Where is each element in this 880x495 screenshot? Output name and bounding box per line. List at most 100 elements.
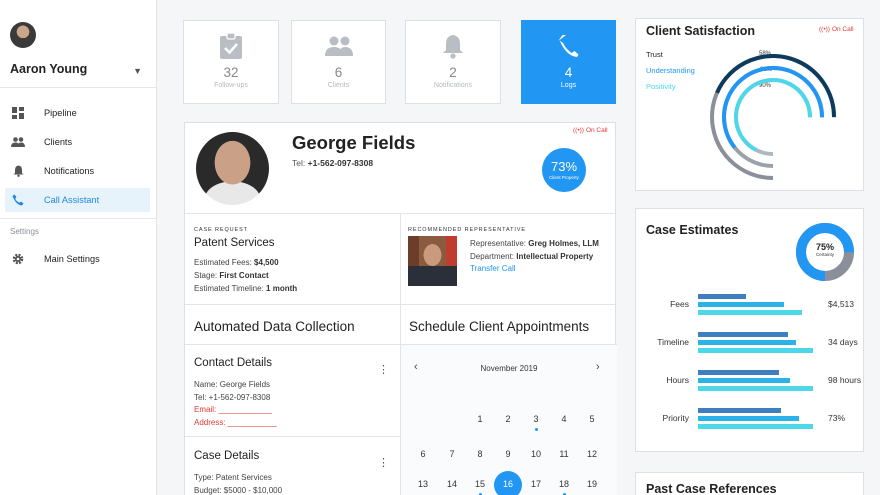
estimate-value: $4,513 xyxy=(828,299,854,309)
tile-label: Follow-ups xyxy=(214,82,248,89)
on-call-label: On Call xyxy=(831,26,854,33)
case-estimates-title: Case Estimates xyxy=(646,223,739,237)
people-icon xyxy=(324,33,353,59)
calendar-day[interactable]: 17 xyxy=(522,479,550,489)
estimate-label: Timeline xyxy=(657,337,689,347)
adc-title: Automated Data Collection xyxy=(194,319,355,334)
client-satisfaction-card: Client Satisfaction ((•)) On Call Trust … xyxy=(635,18,864,191)
estimated-fees-value: $4,500 xyxy=(254,258,279,267)
estimated-timeline: Estimated Timeline: 1 month xyxy=(194,284,297,293)
gear-icon xyxy=(11,252,25,266)
department-label: Department: xyxy=(470,252,515,261)
department-value: Intellectual Property xyxy=(516,252,594,261)
satisfaction-label-understanding: Understanding xyxy=(646,66,695,75)
calendar-day[interactable]: 14 xyxy=(438,479,466,489)
certainty-pct: 75% xyxy=(815,242,834,252)
client-satisfaction-title: Client Satisfaction xyxy=(646,24,756,38)
tile-value: 2 xyxy=(449,65,457,80)
estimated-fees-label: Estimated Fees: xyxy=(194,258,252,267)
client-property-label: Client Property xyxy=(549,175,579,180)
chevron-down-icon[interactable]: ▼ xyxy=(133,66,142,76)
sidebar-item-label: Clients xyxy=(44,137,73,147)
estimate-value: 73% xyxy=(828,413,846,423)
divider xyxy=(185,436,400,437)
case-request-title: Patent Services xyxy=(194,237,275,249)
contact-email-field[interactable]: Email: ____________ xyxy=(194,405,272,414)
calendar-day[interactable]: 4 xyxy=(550,414,578,424)
stage-value: First Contact xyxy=(219,271,269,280)
client-card: George Fields Tel: +1-562-097-8308 ((•))… xyxy=(184,122,617,495)
chevron-right-icon[interactable]: › xyxy=(596,361,600,373)
client-tel-value: +1-562-097-8308 xyxy=(307,158,374,168)
estimate-bar xyxy=(698,416,800,421)
sidebar-item-call-assistant[interactable]: Call Assistant xyxy=(5,188,150,212)
estimate-bar xyxy=(698,302,785,307)
transfer-call-link[interactable]: Transfer Call xyxy=(470,264,516,273)
estimate-bar xyxy=(698,424,813,429)
divider xyxy=(185,344,400,345)
tile-label: Logs xyxy=(560,82,577,89)
calendar: ‹ November 2019 › 1 2 3 4 5 6 7 8 9 10 11 12 13 14 15 1… xyxy=(401,345,617,495)
calendar-day[interactable]: 7 xyxy=(438,449,466,459)
client-avatar xyxy=(196,132,269,205)
estimate-bar xyxy=(698,408,781,413)
case-type: Type: Patent Services xyxy=(194,473,272,482)
past-case-references-card: Past Case References xyxy=(635,472,864,495)
estimate-bar xyxy=(698,340,796,345)
calendar-day[interactable]: 19 xyxy=(578,479,606,489)
tile-clients[interactable]: 6 Clients xyxy=(291,20,386,104)
estimate-bar xyxy=(698,370,779,375)
estimate-label: Fees xyxy=(670,299,689,309)
certainty-label: Certainty xyxy=(815,252,834,257)
calendar-day[interactable]: 11 xyxy=(550,449,578,459)
sidebar-item-main-settings[interactable]: Main Settings xyxy=(5,247,150,271)
sidebar-nav: Pipeline Clients Notifications Call Assi… xyxy=(0,88,156,212)
calendar-day[interactable]: 10 xyxy=(522,449,550,459)
tile-logs[interactable]: 4 Logs xyxy=(521,20,616,104)
more-vert-icon[interactable]: ⋮ xyxy=(378,365,389,376)
tile-value: 32 xyxy=(223,65,239,80)
tile-notifications[interactable]: 2 Notifications xyxy=(405,20,501,104)
broadcast-icon: ((•)) xyxy=(819,26,830,33)
contact-address-field[interactable]: Address: ___________ xyxy=(194,418,277,427)
tile-follow-ups[interactable]: 32 Follow-ups xyxy=(183,20,279,104)
broadcast-icon: ((•)) xyxy=(573,127,584,134)
calendar-day[interactable]: 16 xyxy=(494,479,522,489)
phone-icon xyxy=(557,33,581,59)
sidebar-item-label: Main Settings xyxy=(44,254,100,264)
satisfaction-radial-chart xyxy=(710,54,836,181)
representative-label: Representative: xyxy=(470,239,527,248)
tile-value: 4 xyxy=(564,65,573,80)
case-request-header: CASE REQUEST xyxy=(194,227,248,233)
calendar-day[interactable]: 13 xyxy=(409,479,437,489)
sidebar-item-notifications[interactable]: Notifications xyxy=(5,159,150,183)
representative-photo xyxy=(408,236,457,286)
calendar-day[interactable]: 18 xyxy=(550,479,578,489)
event-dot xyxy=(534,428,538,431)
calendar-day[interactable]: 15 xyxy=(466,479,494,489)
more-vert-icon[interactable]: ⋮ xyxy=(378,458,389,469)
sidebar-item-clients[interactable]: Clients xyxy=(5,130,150,154)
calendar-day[interactable]: 8 xyxy=(466,449,494,459)
bell-icon xyxy=(11,164,25,178)
calendar-day[interactable]: 2 xyxy=(494,414,522,424)
sidebar-item-label: Call Assistant xyxy=(44,195,100,205)
contact-name: Name: George Fields xyxy=(194,380,271,389)
phone-icon xyxy=(11,193,25,207)
calendar-day[interactable]: 3 xyxy=(522,414,550,424)
user-profile[interactable]: Aaron Young ▼ xyxy=(0,0,156,88)
calendar-day[interactable]: 6 xyxy=(409,449,437,459)
calendar-day[interactable]: 1 xyxy=(466,414,494,424)
calendar-day[interactable]: 9 xyxy=(494,449,522,459)
on-call-indicator: ((•)) On Call xyxy=(573,127,608,134)
sidebar-item-pipeline[interactable]: Pipeline xyxy=(5,101,150,125)
calendar-day[interactable]: 5 xyxy=(578,414,606,424)
people-icon xyxy=(11,135,25,149)
estimate-bar xyxy=(698,348,813,353)
estimate-bar xyxy=(698,310,802,315)
avatar[interactable] xyxy=(10,22,36,48)
sidebar-item-label: Pipeline xyxy=(44,108,77,118)
client-tel-label: Tel: xyxy=(292,158,306,168)
calendar-day[interactable]: 12 xyxy=(578,449,606,459)
dashboard-icon xyxy=(11,106,25,120)
